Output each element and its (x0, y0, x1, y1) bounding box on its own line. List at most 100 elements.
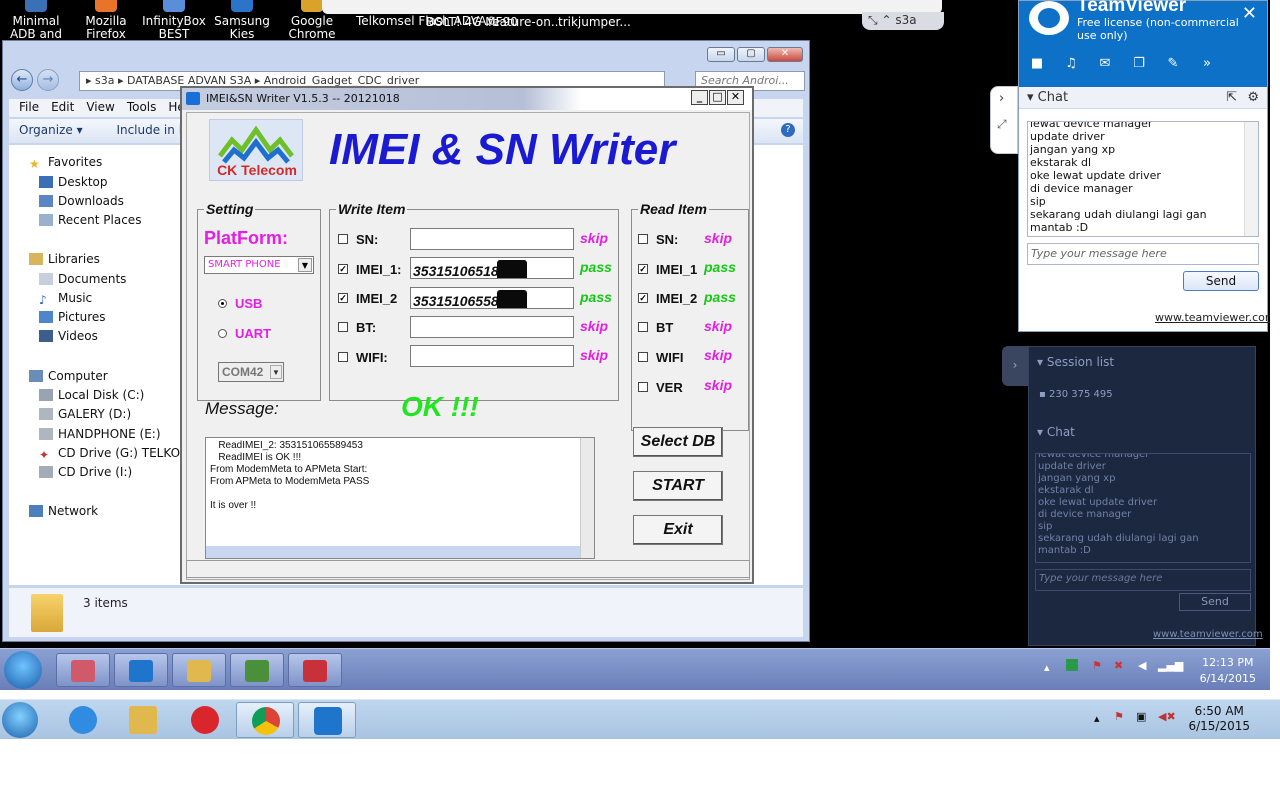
tree-documents[interactable]: Documents (39, 272, 126, 286)
taskbar-imei-writer[interactable] (230, 653, 284, 687)
chat-scrollbar[interactable] (1244, 122, 1258, 236)
chevron-right-icon[interactable]: › (1002, 346, 1028, 386)
remote-teamviewer-link[interactable]: www.teamviewer.com (1153, 629, 1263, 640)
write-bt-row[interactable]: BT: (338, 316, 376, 338)
maximize-button[interactable]: □ (709, 90, 726, 105)
flag-icon[interactable]: ⚑ (1092, 659, 1102, 672)
menu-tools[interactable]: Tools (127, 100, 157, 116)
exit-button[interactable]: Exit (633, 515, 723, 545)
menu-file[interactable]: File (19, 100, 39, 116)
flag-icon[interactable]: ⚑ (1114, 710, 1124, 723)
tree-computer[interactable]: Computer (29, 369, 108, 383)
forward-arrow-icon[interactable]: → (37, 69, 59, 91)
menu-view[interactable]: View (86, 100, 114, 116)
read-ver-row[interactable]: VER (638, 376, 683, 398)
teamviewer-link[interactable]: www.teamviewer.com (1155, 311, 1270, 324)
organize-button[interactable]: Organize ▾ (19, 123, 83, 137)
read-imei1-checkbox[interactable]: ✓ (638, 264, 648, 274)
write-bt-checkbox[interactable] (338, 322, 348, 332)
back-arrow-icon[interactable]: ← (11, 69, 33, 91)
teamviewer-side-tab[interactable]: › ⤢ (990, 86, 1018, 154)
taskbar-explorer[interactable] (172, 653, 226, 687)
platform-select[interactable]: SMART PHONE ▼ (204, 256, 314, 274)
volume-muted-icon[interactable]: ◀✖ (1158, 710, 1176, 723)
log-vertical-scrollbar[interactable] (580, 438, 594, 558)
read-wifi-checkbox[interactable] (638, 352, 648, 362)
tree-libraries[interactable]: Libraries (29, 252, 100, 266)
imei1-field[interactable]: 35315106518 (410, 257, 574, 279)
chevron-up-icon[interactable]: ⌃ (881, 13, 891, 27)
com-port-select[interactable]: COM42 ▼ (218, 362, 284, 382)
remote-chat-input[interactable]: Type your message here (1035, 569, 1251, 591)
desktop-icon-infinitybox[interactable]: InfinityBox BEST (138, 0, 210, 41)
tree-recent[interactable]: Recent Places (39, 213, 141, 227)
chat-log[interactable]: lewat device manager update driver janga… (1027, 121, 1259, 237)
popout-icon[interactable]: ⇱ (1226, 90, 1237, 105)
read-sn-row[interactable]: SN: (638, 228, 678, 250)
taskbar-snipping-tool[interactable] (56, 653, 110, 687)
tree-pictures[interactable]: Pictures (39, 310, 106, 324)
local-clock[interactable]: 6:50 AM 6/15/2015 (1188, 704, 1250, 734)
remote-send-button[interactable]: Send (1179, 593, 1251, 611)
taskbar-teamviewer[interactable] (298, 702, 356, 738)
remote-chat-header[interactable]: ▾ Chat (1037, 425, 1075, 439)
chevron-right-icon[interactable]: › (999, 91, 1004, 106)
tree-galery[interactable]: GALERY (D:) (39, 407, 131, 421)
tree-favorites[interactable]: ★ Favorites (29, 155, 102, 171)
tree-network[interactable]: Network (29, 504, 98, 518)
chevron-down-icon[interactable]: ▼ (270, 365, 282, 379)
gear-icon[interactable]: ⚙ (1247, 90, 1259, 105)
tools-icon[interactable]: ✎ (1165, 57, 1181, 71)
taskbar-ie[interactable] (54, 702, 112, 738)
write-wifi-checkbox[interactable] (338, 352, 348, 362)
headset-icon[interactable]: ♫ (1063, 57, 1079, 71)
write-imei2-checkbox[interactable]: ✓ (338, 293, 348, 303)
volume-icon[interactable]: ◀ (1138, 659, 1146, 672)
close-button[interactable]: ✕ (727, 90, 744, 105)
files-icon[interactable]: ❐ (1131, 57, 1147, 71)
tree-videos[interactable]: Videos (39, 329, 98, 343)
write-wifi-row[interactable]: WIFI: (338, 346, 388, 368)
desktop-label-feature[interactable]: feature-on... (488, 15, 562, 29)
write-imei1-checkbox[interactable]: ✓ (338, 264, 348, 274)
help-icon[interactable]: ? (781, 123, 795, 137)
tree-downloads[interactable]: Downloads (39, 194, 124, 208)
taskbar-chrome[interactable] (236, 702, 294, 738)
video-icon[interactable]: ■ (1029, 57, 1045, 71)
close-button[interactable]: ✕ (767, 47, 803, 62)
tree-handphone[interactable]: HANDPHONE (E:) (39, 427, 161, 441)
close-icon[interactable]: ✕ (1242, 3, 1257, 24)
tray-app-icon[interactable] (1066, 659, 1078, 671)
start-button[interactable] (2, 702, 38, 738)
network-error-icon[interactable]: ✖ (1114, 659, 1123, 672)
chat-header[interactable]: ▾ Chat ⇱ ⚙ (1019, 87, 1267, 109)
log-horizontal-scrollbar[interactable] (206, 546, 580, 558)
wifi-field[interactable] (410, 345, 574, 367)
chat-input[interactable]: Type your message here (1027, 243, 1259, 265)
read-sn-checkbox[interactable] (638, 234, 648, 244)
write-imei2-row[interactable]: ✓ IMEI_2 (338, 287, 397, 309)
read-imei2-row[interactable]: ✓ IMEI_2 (638, 287, 697, 309)
desktop-icon-kies[interactable]: Samsung Kies (206, 0, 278, 41)
menu-edit[interactable]: Edit (51, 100, 74, 116)
start-button[interactable]: START (633, 471, 723, 501)
tree-desktop[interactable]: Desktop (39, 175, 108, 189)
read-wifi-row[interactable]: WIFI (638, 346, 683, 368)
minimize-button[interactable]: ▭ (707, 47, 735, 62)
desktop-icon-adb[interactable]: Minimal ADB and Fastboot (0, 0, 72, 41)
desktop-icon-firefox[interactable]: Mozilla Firefox (70, 0, 142, 41)
signal-icon[interactable]: ▂▄▆ (1158, 659, 1183, 672)
write-sn-row[interactable]: SN: (338, 228, 378, 250)
bt-field[interactable] (410, 316, 574, 338)
minimize-button[interactable]: _ (691, 90, 708, 105)
desktop-label-trikjumper[interactable]: trikjumper... (558, 15, 631, 29)
remote-chat-log[interactable]: lewat device manager update driver janga… (1035, 453, 1251, 563)
write-imei1-row[interactable]: ✓ IMEI_1: (338, 258, 402, 280)
read-bt-row[interactable]: BT (638, 316, 673, 338)
session-entry[interactable]: ▪ 230 375 495 (1039, 389, 1113, 400)
uart-radio[interactable]: UART (218, 326, 271, 341)
fullscreen-icon[interactable]: ⤢ (997, 117, 1007, 132)
tree-music[interactable]: ♪ Music (39, 291, 92, 307)
read-imei1-row[interactable]: ✓ IMEI_1 (638, 258, 697, 280)
chevron-down-icon[interactable]: ▼ (298, 258, 312, 272)
